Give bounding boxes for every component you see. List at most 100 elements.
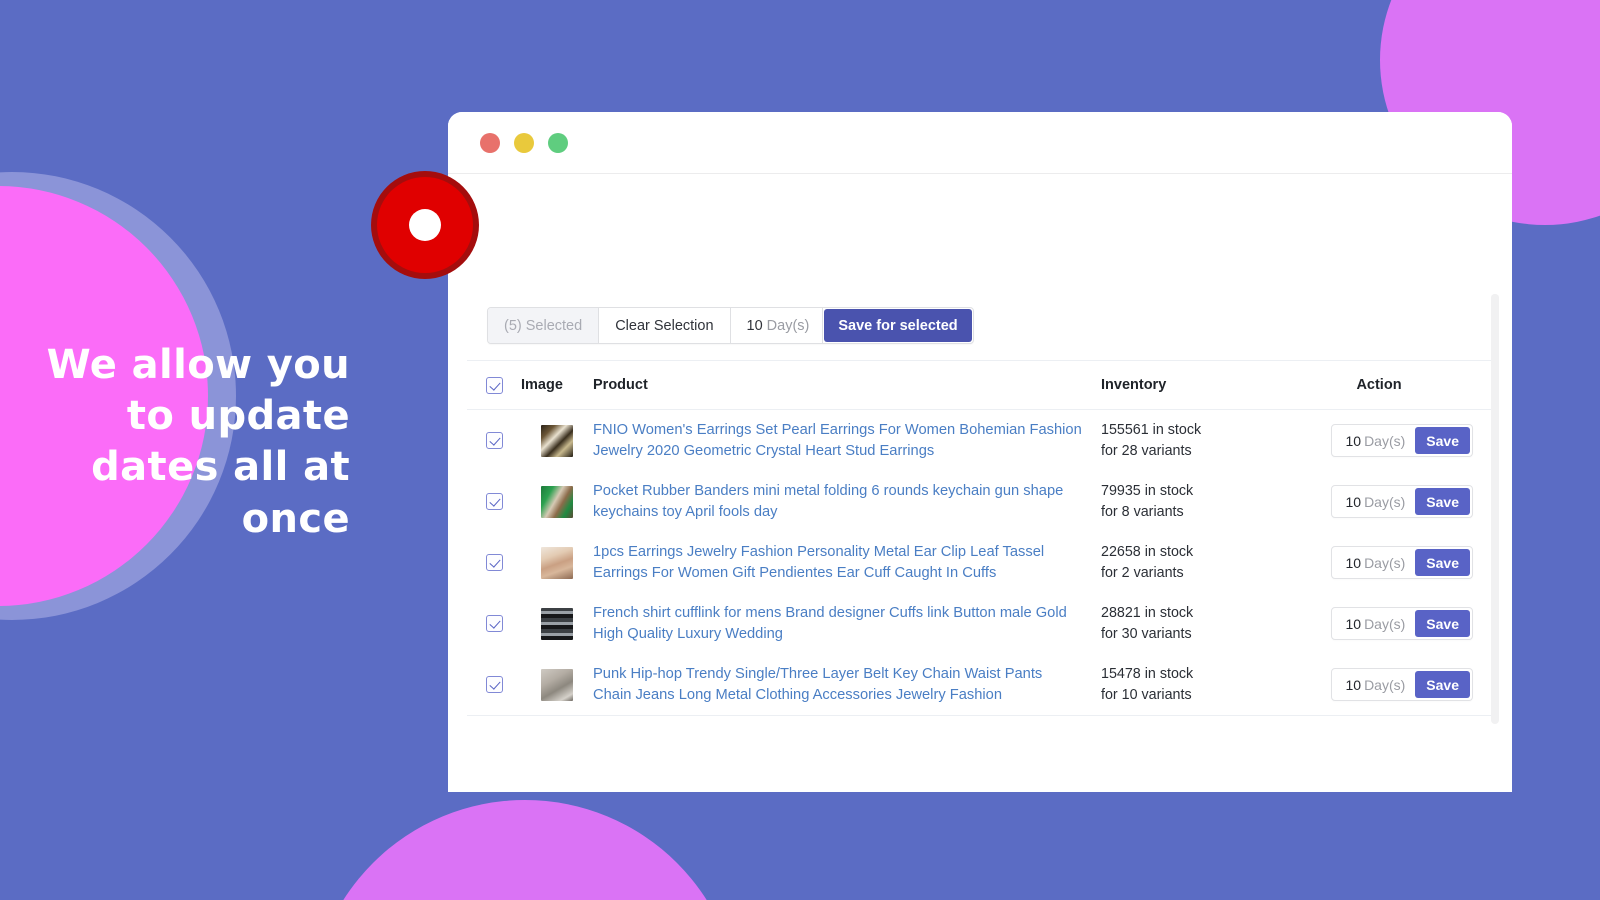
row-days-value: 10: [1345, 554, 1362, 571]
inventory-variants: for 10 variants: [1101, 686, 1192, 703]
row-days-value: 10: [1345, 615, 1362, 632]
product-link[interactable]: FNIO Women's Earrings Set Pearl Earrings…: [593, 420, 1083, 462]
selected-count-label: (5) Selected: [488, 308, 600, 343]
action-cell: 10 Day(s) Save: [1301, 607, 1493, 640]
row-days-input[interactable]: 10 Day(s): [1332, 433, 1415, 449]
product-name-cell: French shirt cufflink for mens Brand des…: [593, 603, 1101, 645]
row-days-unit: Day(s): [1364, 432, 1406, 449]
inventory-stock: 28821 in stock: [1101, 605, 1194, 622]
product-thumbnail-cell: [521, 424, 593, 457]
action-cell: 10 Day(s) Save: [1301, 546, 1493, 579]
row-save-button[interactable]: Save: [1415, 549, 1470, 576]
column-header-inventory: Inventory: [1101, 377, 1167, 393]
product-thumbnail-cell: [521, 485, 593, 518]
row-select-checkbox[interactable]: [467, 615, 521, 632]
inventory-stock: 79935 in stock: [1101, 483, 1194, 500]
inventory-cell: 155561 in stock for 28 variants: [1101, 420, 1301, 461]
row-save-button[interactable]: Save: [1415, 488, 1470, 515]
bulk-days-input[interactable]: 10 Day(s): [730, 308, 824, 343]
product-link[interactable]: Punk Hip-hop Trendy Single/Three Layer B…: [593, 664, 1083, 706]
table-row: Pocket Rubber Banders mini metal folding…: [467, 471, 1493, 532]
row-action-group: 10 Day(s) Save: [1331, 424, 1473, 457]
product-thumbnail-cell: [521, 546, 593, 579]
product-image: [541, 546, 573, 579]
product-thumbnail-cell: [521, 668, 593, 701]
browser-content: (5) Selected Clear Selection 10 Day(s) S…: [448, 174, 1512, 792]
click-indicator-cursor: [371, 171, 479, 279]
product-link[interactable]: French shirt cufflink for mens Brand des…: [593, 603, 1083, 645]
row-days-input[interactable]: 10 Day(s): [1332, 677, 1415, 693]
checkbox-icon: [485, 376, 503, 394]
minimize-window-icon[interactable]: [514, 132, 534, 153]
product-name-cell: 1pcs Earrings Jewelry Fashion Personalit…: [593, 542, 1101, 584]
maximize-window-icon[interactable]: [548, 132, 568, 153]
action-cell: 10 Day(s) Save: [1301, 668, 1493, 701]
table-row: Punk Hip-hop Trendy Single/Three Layer B…: [467, 654, 1493, 715]
row-save-button[interactable]: Save: [1415, 671, 1470, 698]
promo-headline: We allow you to update dates all at once: [46, 342, 350, 542]
select-all-checkbox[interactable]: [467, 376, 521, 394]
column-header-image: Image: [521, 377, 563, 393]
product-name-cell: Pocket Rubber Banders mini metal folding…: [593, 481, 1101, 523]
inventory-variants: for 2 variants: [1101, 564, 1184, 581]
row-days-input[interactable]: 10 Day(s): [1332, 555, 1415, 571]
row-action-group: 10 Day(s) Save: [1331, 546, 1473, 579]
clear-selection-button[interactable]: Clear Selection: [599, 308, 731, 343]
row-days-value: 10: [1345, 493, 1362, 510]
inventory-variants: for 30 variants: [1101, 625, 1192, 642]
row-action-group: 10 Day(s) Save: [1331, 668, 1473, 701]
product-name-cell: FNIO Women's Earrings Set Pearl Earrings…: [593, 420, 1101, 462]
action-cell: 10 Day(s) Save: [1301, 485, 1493, 518]
inventory-variants: for 28 variants: [1101, 442, 1192, 459]
inventory-cell: 28821 in stock for 30 variants: [1101, 603, 1301, 644]
table-row: 1pcs Earrings Jewelry Fashion Personalit…: [467, 532, 1493, 593]
inventory-stock: 22658 in stock: [1101, 544, 1194, 561]
row-action-group: 10 Day(s) Save: [1331, 607, 1473, 640]
row-days-value: 10: [1345, 676, 1362, 693]
inventory-cell: 15478 in stock for 10 variants: [1101, 664, 1301, 705]
inventory-cell: 79935 in stock for 8 variants: [1101, 481, 1301, 522]
bulk-days-unit: Day(s): [766, 317, 810, 334]
row-days-unit: Day(s): [1364, 676, 1406, 693]
row-select-checkbox[interactable]: [467, 432, 521, 449]
screenshot-stage: We allow you to update dates all at once…: [0, 0, 1600, 900]
checkbox-icon: [485, 615, 503, 632]
row-select-checkbox[interactable]: [467, 493, 521, 510]
product-thumbnail-cell: [521, 607, 593, 640]
table-row: FNIO Women's Earrings Set Pearl Earrings…: [467, 410, 1493, 471]
checkbox-icon: [485, 554, 503, 571]
row-select-checkbox[interactable]: [467, 676, 521, 693]
row-days-unit: Day(s): [1364, 615, 1406, 632]
product-image: [541, 485, 573, 518]
save-for-selected-button[interactable]: Save for selected: [824, 309, 972, 342]
row-action-group: 10 Day(s) Save: [1331, 485, 1473, 518]
product-link[interactable]: Pocket Rubber Banders mini metal folding…: [593, 481, 1083, 523]
product-image: [541, 668, 573, 701]
column-header-product: Product: [593, 377, 648, 393]
product-link[interactable]: 1pcs Earrings Jewelry Fashion Personalit…: [593, 542, 1083, 584]
checkbox-icon: [485, 676, 503, 693]
column-header-action: Action: [1356, 377, 1402, 393]
close-window-icon[interactable]: [480, 132, 500, 153]
action-cell: 10 Day(s) Save: [1301, 424, 1493, 457]
product-image: [541, 607, 573, 640]
inventory-stock: 155561 in stock: [1101, 422, 1202, 439]
product-image: [541, 424, 573, 457]
content-scrollbar[interactable]: [1491, 294, 1499, 724]
table-body: FNIO Women's Earrings Set Pearl Earrings…: [467, 410, 1493, 715]
row-days-unit: Day(s): [1364, 554, 1406, 571]
browser-window: (5) Selected Clear Selection 10 Day(s) S…: [448, 112, 1512, 792]
row-select-checkbox[interactable]: [467, 554, 521, 571]
row-days-input[interactable]: 10 Day(s): [1332, 494, 1415, 510]
content-scrollbar-thumb[interactable]: [1491, 294, 1499, 494]
browser-titlebar: [448, 112, 1512, 174]
bulk-action-toolbar: (5) Selected Clear Selection 10 Day(s) S…: [487, 307, 974, 344]
product-table: Image Product Inventory Action FNIO Wome…: [467, 360, 1493, 716]
row-days-value: 10: [1345, 432, 1362, 449]
decorative-circle-bottom: [310, 800, 740, 900]
checkbox-icon: [485, 432, 503, 449]
row-save-button[interactable]: Save: [1415, 610, 1470, 637]
row-days-input[interactable]: 10 Day(s): [1332, 616, 1415, 632]
row-save-button[interactable]: Save: [1415, 427, 1470, 454]
table-header-row: Image Product Inventory Action: [467, 361, 1493, 410]
